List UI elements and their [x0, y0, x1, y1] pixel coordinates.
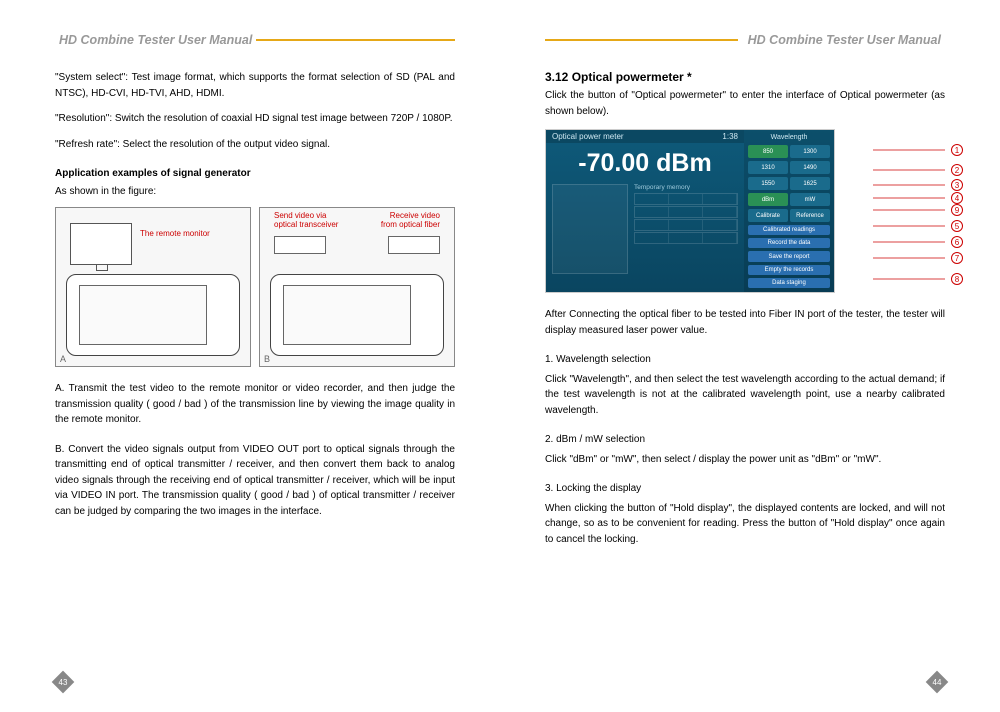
header-title: HD Combine Tester User Manual: [744, 33, 945, 47]
figure-b-caption-right: Receive video from optical fiber: [372, 212, 440, 230]
opm-btn-1300[interactable]: 1300: [790, 145, 830, 158]
opm-btn-1490[interactable]: 1490: [790, 161, 830, 174]
page-header: HD Combine Tester User Manual: [55, 30, 455, 50]
paragraph-resolution: "Resolution": Switch the resolution of c…: [55, 111, 455, 127]
callout-9: 9: [951, 204, 963, 216]
optical-powermeter-figure: Optical power meter 1:38 -70.00 dBm Temp…: [545, 129, 963, 293]
opm-btn-record-data[interactable]: Record the data: [748, 238, 830, 248]
section-3-12-title: 3.12 Optical powermeter *: [545, 70, 945, 84]
page-number: 43: [52, 671, 75, 694]
opm-memory-row: [634, 193, 738, 205]
opm-chart-area: [552, 184, 628, 274]
subsection-3-title: 3. Locking the display: [545, 481, 945, 497]
transceiver-icon: [388, 236, 440, 254]
callout-lines: 1 2 3 4 9 5 6 7 8: [873, 129, 963, 293]
callout-5: 5: [951, 220, 963, 232]
tester-icon: [270, 274, 444, 356]
opm-titlebar: Optical power meter 1:38: [546, 130, 744, 143]
opm-btn-save-report[interactable]: Save the report: [748, 251, 830, 261]
subsection-1-title: 1. Wavelength selection: [545, 352, 945, 368]
figure-a-label: A: [60, 354, 66, 364]
opm-memory-row: [634, 232, 738, 244]
opm-btn-1550[interactable]: 1550: [748, 177, 788, 190]
opm-title: Optical power meter: [552, 132, 624, 141]
paragraph-system-select: "System select": Test image format, whic…: [55, 70, 455, 101]
opm-btn-empty-records[interactable]: Empty the records: [748, 265, 830, 275]
figure-row: The remote monitor A Send video via opti…: [55, 207, 455, 367]
subsection-1-body: Click "Wavelength", and then select the …: [545, 372, 945, 419]
opm-time: 1:38: [722, 132, 738, 141]
header-rule: [256, 39, 455, 41]
callout-1: 1: [951, 144, 963, 156]
opm-btn-data-staging[interactable]: Data staging: [748, 278, 830, 288]
application-intro: As shown in the figure:: [55, 184, 455, 200]
figure-a: The remote monitor A: [55, 207, 251, 367]
subsection-2-title: 2. dBm / mW selection: [545, 432, 945, 448]
callout-6: 6: [951, 236, 963, 248]
transceiver-icon: [274, 236, 326, 254]
callout-3: 3: [951, 179, 963, 191]
callout-2: 2: [951, 164, 963, 176]
opm-power-reading: -70.00 dBm: [546, 143, 744, 180]
paragraph-a: A. Transmit the test video to the remote…: [55, 381, 455, 428]
paragraph-b: B. Convert the video signals output from…: [55, 442, 455, 520]
opm-screenshot: Optical power meter 1:38 -70.00 dBm Temp…: [545, 129, 835, 293]
paragraph-refresh-rate: "Refresh rate": Select the resolution of…: [55, 137, 455, 153]
figure-b: Send video via optical transceiver Recei…: [259, 207, 455, 367]
opm-temporary-memory: Temporary memory: [634, 184, 738, 274]
opm-btn-calibrate[interactable]: Calibrate: [748, 209, 788, 222]
header-rule: [545, 39, 738, 41]
opm-btn-1310[interactable]: 1310: [748, 161, 788, 174]
opm-btn-reference[interactable]: Reference: [790, 209, 830, 222]
tester-icon: [66, 274, 240, 356]
subsection-3-body: When clicking the button of "Hold displa…: [545, 501, 945, 548]
opm-memory-row: [634, 219, 738, 231]
callout-4: 4: [951, 192, 963, 204]
opm-wavelength-label: Wavelength: [748, 134, 830, 141]
figure-b-label: B: [264, 354, 270, 364]
page-header: HD Combine Tester User Manual: [545, 30, 945, 50]
opm-btn-dbm[interactable]: dBm: [748, 193, 788, 206]
subsection-2-body: Click "dBm" or "mW", then select / displ…: [545, 452, 945, 468]
opm-btn-850[interactable]: 850: [748, 145, 788, 158]
figure-b-caption-left: Send video via optical transceiver: [274, 212, 346, 230]
section-intro: Click the button of "Optical powermeter"…: [545, 88, 945, 119]
monitor-icon: [70, 223, 132, 265]
page-number: 44: [926, 671, 949, 694]
application-examples-heading: Application examples of signal generator: [55, 166, 455, 182]
opm-btn-calibrated-readings[interactable]: Calibrated readings: [748, 225, 830, 235]
after-connecting-text: After Connecting the optical fiber to be…: [545, 307, 945, 338]
opm-btn-mw[interactable]: mW: [790, 193, 830, 206]
opm-memory-title: Temporary memory: [634, 184, 738, 191]
header-title: HD Combine Tester User Manual: [55, 33, 256, 47]
opm-memory-row: [634, 206, 738, 218]
figure-a-caption: The remote monitor: [140, 230, 210, 239]
callout-8: 8: [951, 273, 963, 285]
opm-btn-1625[interactable]: 1625: [790, 177, 830, 190]
callout-7: 7: [951, 252, 963, 264]
